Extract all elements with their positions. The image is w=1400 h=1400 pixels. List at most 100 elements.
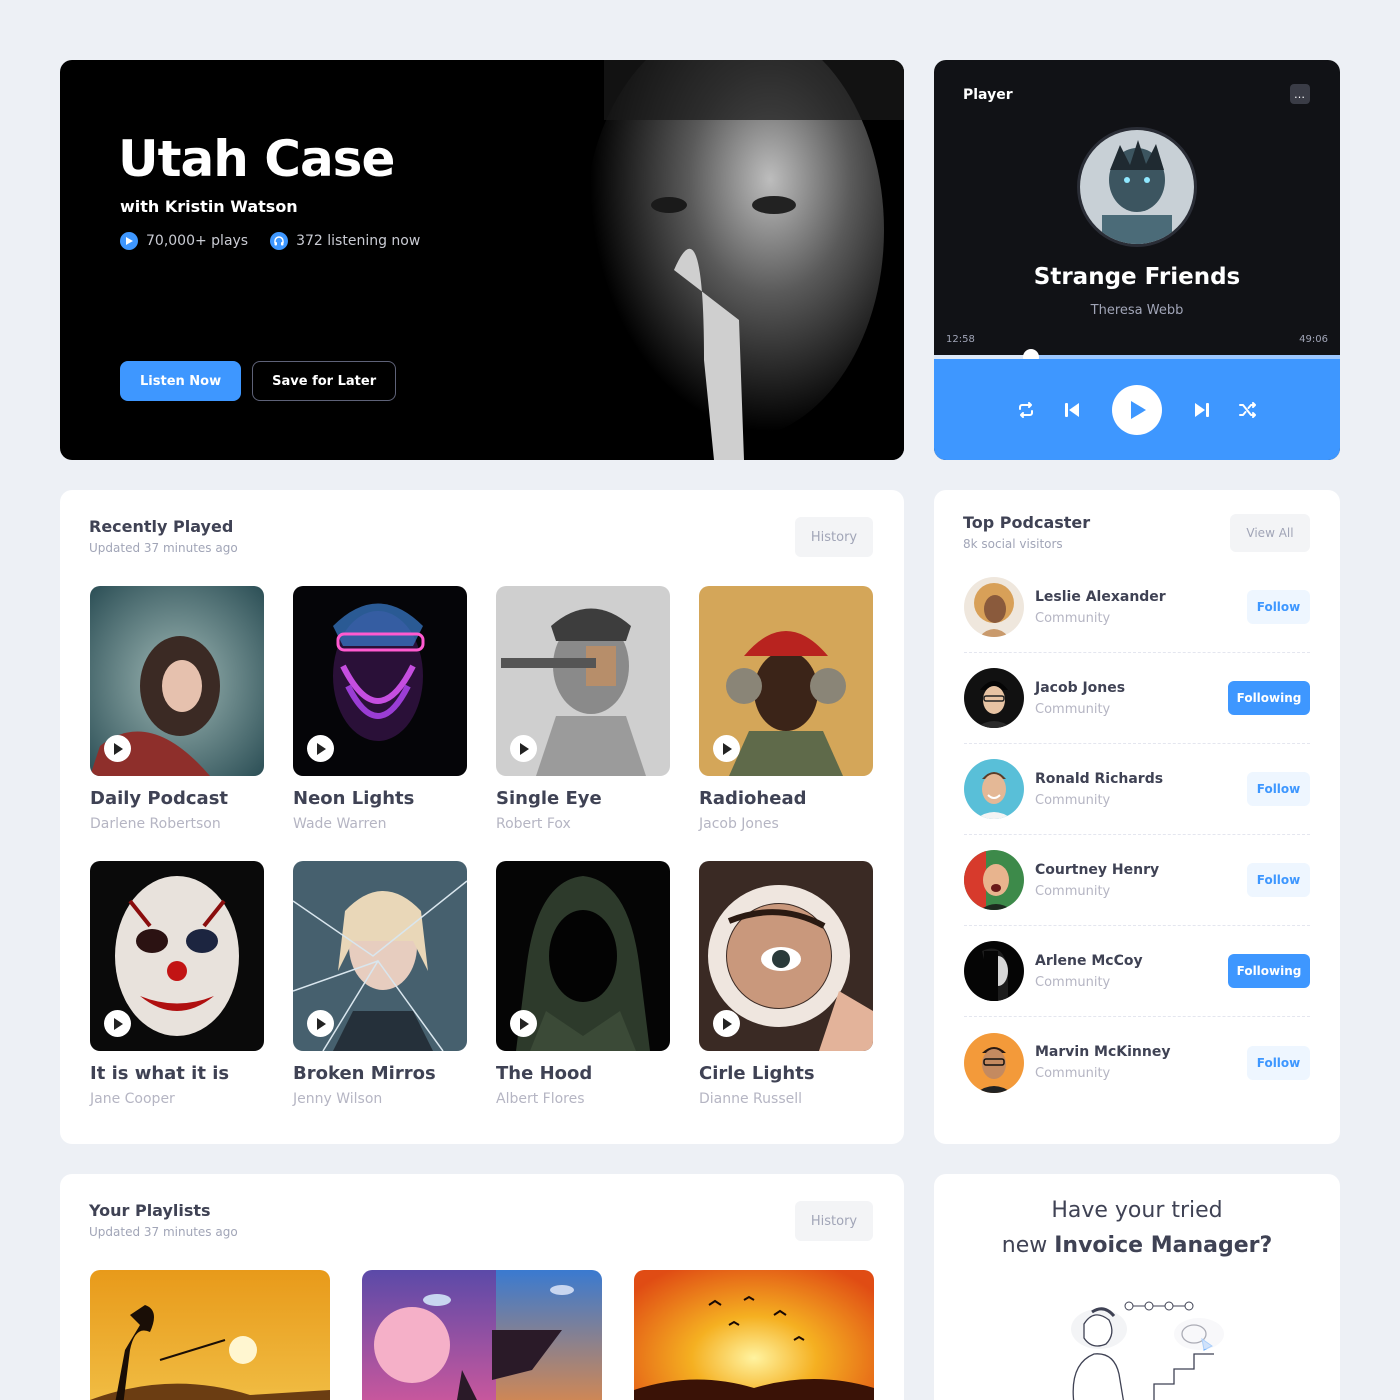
track-cover xyxy=(699,586,873,776)
podcaster-row: Jacob Jones Community Following xyxy=(964,653,1310,744)
track-artist: Albert Flores xyxy=(496,1091,585,1107)
previous-icon[interactable] xyxy=(1060,398,1084,422)
podcaster-name: Courtney Henry xyxy=(1035,861,1160,878)
follow-button[interactable]: Follow xyxy=(1247,1045,1310,1080)
hero-portrait-image xyxy=(404,60,904,460)
plays-stat: 70,000+ plays xyxy=(120,232,248,250)
promo-line-1: Have your tried xyxy=(1051,1198,1223,1223)
podcaster-row: Courtney Henry Community Follow xyxy=(964,835,1310,926)
podcaster-name: Jacob Jones xyxy=(1035,679,1126,696)
podcaster-role: Community xyxy=(1035,883,1111,899)
play-circle-icon xyxy=(120,232,138,250)
track-cover xyxy=(496,861,670,1051)
next-icon[interactable] xyxy=(1190,398,1214,422)
play-icon[interactable] xyxy=(510,735,537,762)
play-icon[interactable] xyxy=(307,1010,334,1037)
track-tile[interactable]: Cirle Lights Dianne Russell xyxy=(699,861,873,1107)
player-cover-image xyxy=(1077,127,1197,247)
hero-banner: Utah Case with Kristin Watson 70,000+ pl… xyxy=(60,60,904,460)
podcaster-role: Community xyxy=(1035,701,1111,717)
playlists-panel: Your Playlists Updated 37 minutes ago Hi… xyxy=(60,1174,904,1400)
following-button[interactable]: Following xyxy=(1228,681,1310,715)
total-time: 49:06 xyxy=(1299,334,1328,345)
track-title: Cirle Lights xyxy=(699,1063,815,1084)
podcaster-name: Ronald Richards xyxy=(1035,770,1164,787)
save-for-later-button[interactable]: Save for Later xyxy=(252,361,397,401)
podcaster-role: Community xyxy=(1035,1066,1111,1081)
podcaster-name: Leslie Alexander xyxy=(1035,588,1166,605)
playlist-cover[interactable] xyxy=(362,1270,602,1400)
recent-title: Recently Played xyxy=(89,517,234,536)
track-tile[interactable]: Neon Lights Wade Warren xyxy=(293,586,467,832)
play-icon[interactable] xyxy=(104,735,131,762)
more-options-icon[interactable]: … xyxy=(1290,84,1310,104)
track-cover xyxy=(90,586,264,776)
podcaster-name: Arlene McCoy xyxy=(1035,952,1143,969)
play-icon[interactable] xyxy=(307,735,334,762)
playlist-cover[interactable] xyxy=(634,1270,874,1400)
promo-highlight: Invoice Manager? xyxy=(1054,1233,1273,1258)
listening-count: 372 listening now xyxy=(296,233,421,249)
view-all-button[interactable]: View All xyxy=(1230,514,1310,552)
play-button[interactable] xyxy=(1112,384,1162,435)
player-artist: Theresa Webb xyxy=(1090,303,1184,318)
podcaster-info: Marvin McKinney Community xyxy=(1035,1044,1247,1081)
playlists-title: Your Playlists xyxy=(89,1201,211,1220)
avatar xyxy=(964,850,1024,910)
play-icon[interactable] xyxy=(510,1010,537,1037)
podcaster-name: Marvin McKinney xyxy=(1035,1044,1171,1060)
playlist-cover[interactable] xyxy=(90,1270,330,1400)
listen-now-button[interactable]: Listen Now xyxy=(120,361,242,401)
track-title: The Hood xyxy=(496,1063,593,1084)
avatar xyxy=(964,759,1024,819)
track-cover xyxy=(90,861,264,1051)
top-podcaster-panel: Top Podcaster 8k social visitors View Al… xyxy=(934,490,1340,1144)
podcaster-row: Arlene McCoy Community Following xyxy=(964,926,1310,1017)
track-tile[interactable]: Single Eye Robert Fox xyxy=(496,586,670,832)
player-song-title: Strange Friends xyxy=(1033,264,1241,290)
follow-button[interactable]: Follow xyxy=(1247,772,1310,806)
track-cover xyxy=(496,586,670,776)
player-panel: Player … Strange Friends Theresa Webb 12… xyxy=(934,60,1340,460)
track-title: Broken Mirros xyxy=(293,1063,436,1084)
track-tile[interactable]: Radiohead Jacob Jones xyxy=(699,586,873,832)
podcaster-info: Jacob Jones Community xyxy=(1035,680,1228,717)
promo-panel: Have your tried new Invoice Manager? xyxy=(934,1174,1340,1400)
podcaster-role: Community xyxy=(1035,792,1111,808)
play-icon[interactable] xyxy=(713,735,740,762)
track-tile[interactable]: Broken Mirros Jenny Wilson xyxy=(293,861,467,1107)
podcaster-info: Leslie Alexander Community xyxy=(1035,589,1247,626)
following-button[interactable]: Following xyxy=(1228,954,1310,988)
repeat-icon[interactable] xyxy=(1014,398,1038,422)
track-tile[interactable]: Daily Podcast Darlene Robertson xyxy=(90,586,264,832)
recent-subtitle: Updated 37 minutes ago xyxy=(89,541,238,555)
follow-button[interactable]: Follow xyxy=(1247,590,1310,624)
track-cover xyxy=(293,861,467,1051)
track-tile[interactable]: The Hood Albert Flores xyxy=(496,861,670,1107)
track-cover xyxy=(699,861,873,1051)
podcaster-role: Community xyxy=(1035,974,1111,990)
avatar xyxy=(964,941,1024,1001)
hero-actions: Listen Now Save for Later xyxy=(120,361,397,401)
history-button[interactable]: History xyxy=(795,517,873,557)
promo-line-2-prefix: new xyxy=(1001,1233,1055,1258)
history-button[interactable]: History xyxy=(795,1201,873,1241)
track-artist: Jenny Wilson xyxy=(293,1091,383,1107)
play-icon[interactable] xyxy=(104,1010,131,1037)
track-tile[interactable]: It is what it is Jane Cooper xyxy=(90,861,264,1107)
track-artist: Jacob Jones xyxy=(699,816,779,832)
playlists-subtitle: Updated 37 minutes ago xyxy=(89,1225,238,1239)
top-subtitle: 8k social visitors xyxy=(963,537,1063,551)
play-icon[interactable] xyxy=(713,1010,740,1037)
podcaster-info: Ronald Richards Community xyxy=(1035,771,1247,808)
podcaster-row: Marvin McKinney Community Follow xyxy=(964,1017,1310,1108)
headphones-icon xyxy=(270,232,289,250)
track-title: Radiohead xyxy=(699,788,807,809)
follow-button[interactable]: Follow xyxy=(1247,863,1310,897)
track-artist: Jane Cooper xyxy=(90,1091,175,1107)
track-artist: Dianne Russell xyxy=(699,1091,803,1107)
avatar xyxy=(964,668,1024,728)
listening-stat: 372 listening now xyxy=(270,232,420,250)
play-icon xyxy=(1131,400,1146,419)
shuffle-icon[interactable] xyxy=(1236,398,1260,422)
